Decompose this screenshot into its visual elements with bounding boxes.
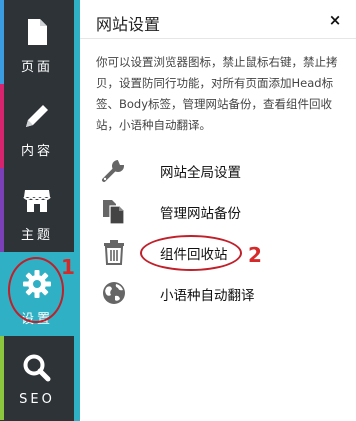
search-icon [23, 354, 51, 382]
menu-item-label: 管理网站备份 [160, 206, 241, 222]
wrench-icon [102, 158, 126, 182]
sidebar-item-label: SEO [19, 392, 55, 407]
highlight-oval [140, 235, 242, 271]
sidebar-item-seo[interactable]: SEO [0, 336, 74, 420]
sidebar-item-label: 内容 [20, 144, 53, 159]
store-icon [23, 190, 51, 212]
globe-icon [103, 282, 125, 304]
sidebar-item-page[interactable]: 页面 [0, 0, 74, 84]
settings-panel: 网站设置 × 你可以设置浏览器图标，禁止鼠标右键，禁止拷贝，设置防同行功能，对所… [80, 0, 356, 421]
divider [80, 38, 356, 39]
highlight-oval [8, 257, 64, 323]
menu-item-auto-translate[interactable]: 小语种自动翻译 [96, 275, 336, 311]
menu-item-label: 小语种自动翻译 [160, 288, 255, 304]
sidebar: 页面 内容 主题 设置 SEO [0, 0, 80, 421]
sidebar-item-theme[interactable]: 主题 [0, 168, 74, 252]
sidebar-item-label: 主题 [20, 228, 53, 243]
menu-item-label: 网站全局设置 [160, 165, 241, 181]
copy-files-icon [103, 200, 125, 225]
menu-item-backup[interactable]: 管理网站备份 [96, 193, 336, 229]
accent-bar [0, 336, 4, 420]
menu-item-global-settings[interactable]: 网站全局设置 [96, 152, 336, 188]
page-icon [28, 19, 47, 45]
annotation-marker: 1 [61, 255, 75, 279]
sidebar-item-label: 页面 [20, 60, 53, 75]
close-icon[interactable]: × [328, 13, 342, 28]
pencil-icon [26, 105, 48, 127]
sidebar-item-content[interactable]: 内容 [0, 84, 74, 168]
panel-description: 你可以设置浏览器图标，禁止鼠标右键，禁止拷贝，设置防同行功能，对所有页面添加He… [96, 55, 338, 132]
annotation-marker: 2 [248, 243, 262, 267]
trash-icon [104, 240, 124, 265]
panel-title: 网站设置 [96, 15, 161, 34]
